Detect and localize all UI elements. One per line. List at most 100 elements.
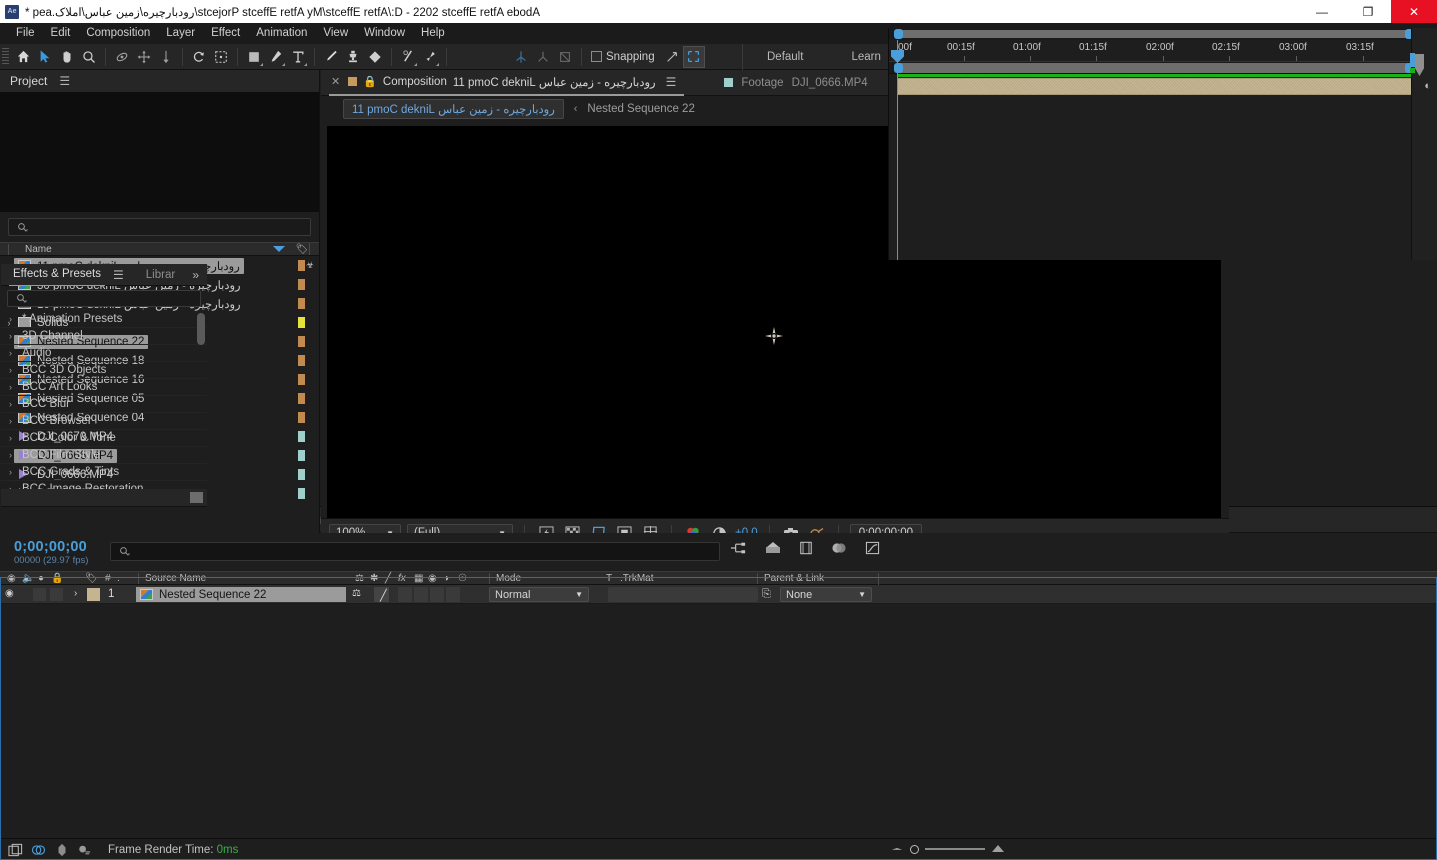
menu-layer[interactable]: Layer — [158, 23, 203, 44]
timeline-track-row[interactable] — [889, 78, 1437, 97]
menu-animation[interactable]: Animation — [248, 23, 315, 44]
list-item[interactable]: › BCC Art Looks — [1, 379, 207, 396]
close-icon[interactable]: ✕ — [1391, 0, 1437, 23]
snap-grid-icon[interactable] — [682, 45, 705, 68]
list-item[interactable]: › BCC Grads & Tints — [1, 464, 207, 481]
chevron-right-icon[interactable]: › — [9, 331, 16, 341]
label-color-chip[interactable] — [298, 412, 305, 423]
layer-label-chip[interactable] — [87, 588, 100, 601]
list-item[interactable]: › BCC Color & Tone — [1, 430, 207, 447]
layer-switch-eye-icon[interactable]: ◐ — [1424, 80, 1431, 92]
chevron-right-icon[interactable]: › — [9, 416, 16, 426]
shape-tool-icon[interactable] — [243, 46, 265, 68]
label-tag-icon[interactable]: 🏷 — [85, 573, 98, 584]
minimize-icon[interactable]: — — [1299, 0, 1345, 23]
transform-box-icon[interactable] — [554, 46, 576, 68]
parent-pickwhip-icon[interactable]: ⎘ — [762, 588, 771, 601]
layer-switch-fx[interactable] — [398, 587, 412, 602]
snap-arrow-icon[interactable] — [661, 46, 683, 68]
hand-tool-icon[interactable] — [56, 46, 78, 68]
timeline-zoom-slider-knob[interactable] — [910, 844, 919, 854]
label-color-chip[interactable] — [298, 469, 305, 480]
effects-scrollbar[interactable] — [197, 313, 205, 345]
layer-audio-toggle[interactable] — [33, 588, 46, 601]
effects-overflow-icon[interactable]: » — [188, 268, 203, 282]
column-parent-link[interactable]: Parent & Link — [757, 573, 824, 584]
layer-solo-toggle[interactable] — [50, 588, 63, 601]
work-area-top-bar[interactable] — [889, 28, 1437, 40]
switch-adjustment-icon[interactable]: ◑ — [443, 573, 449, 584]
zoom-tool-icon[interactable] — [78, 46, 100, 68]
layer-switch-frame-blend[interactable] — [414, 587, 428, 602]
new-folder-icon[interactable] — [190, 492, 203, 503]
breadcrumb-next[interactable]: Nested Sequence 22 — [587, 103, 694, 115]
brush-tool-icon[interactable] — [320, 46, 342, 68]
text-tool-icon[interactable] — [287, 46, 309, 68]
playhead[interactable] — [891, 40, 904, 260]
graph-editor-icon[interactable] — [865, 541, 880, 558]
switch-collapse-icon[interactable]: ✱ — [370, 573, 378, 584]
menu-file[interactable]: File — [8, 23, 43, 44]
chevron-right-icon[interactable]: › — [9, 433, 16, 443]
puppet-pin-tool-icon[interactable] — [419, 46, 441, 68]
region-select-tool-icon[interactable] — [210, 46, 232, 68]
column-name[interactable]: Name — [8, 243, 273, 255]
selection-tool-icon[interactable] — [34, 46, 56, 68]
chevron-right-icon[interactable]: › — [9, 467, 16, 477]
column-trkmat[interactable]: .TrkMat — [620, 573, 654, 584]
layer-switch-3d-icon[interactable]: ⚖ — [352, 588, 361, 599]
lock-icon[interactable]: 🔒 — [363, 75, 377, 88]
switch-effects-icon[interactable]: fx — [398, 573, 406, 584]
breadcrumb-active[interactable]: رودبارچیره - زمین عباس Linked Comp 11 — [343, 98, 564, 119]
home-icon[interactable] — [12, 46, 34, 68]
eye-icon[interactable]: ◉ — [7, 573, 16, 584]
list-item[interactable]: › BCC Browser — [1, 413, 207, 430]
list-item[interactable]: › * Animation Presets — [1, 311, 207, 328]
layer-video-toggle[interactable]: ◉ — [5, 588, 14, 599]
toggle-switches-modes-icon[interactable] — [8, 842, 23, 857]
menu-view[interactable]: View — [315, 23, 356, 44]
list-item[interactable]: › BCC Blur — [1, 396, 207, 413]
layer-mode-select[interactable]: Normal ▼ — [489, 587, 589, 602]
menu-window[interactable]: Window — [356, 23, 413, 44]
timeline-ruler[interactable]: 00f 00:15f 01:00f 01:15f 02:00f 02:15f 0… — [889, 40, 1437, 62]
work-area-bar[interactable] — [889, 62, 1437, 74]
list-item[interactable]: › BCC 3D Objects — [1, 362, 207, 379]
chevron-right-icon[interactable]: › — [9, 382, 16, 392]
switch-frame-blend-icon[interactable]: ▦ — [414, 573, 423, 584]
panel-burger-icon[interactable]: ☰ — [55, 74, 74, 88]
menu-composition[interactable]: Composition — [78, 23, 158, 44]
composition-mini-flowchart-icon[interactable] — [730, 541, 747, 558]
zoom-out-icon[interactable] — [890, 843, 904, 855]
speaker-icon[interactable]: 🔈 — [22, 573, 34, 584]
zoom-in-icon[interactable] — [991, 843, 1007, 856]
breadcrumb-arrow-icon[interactable]: ‹ — [574, 103, 578, 115]
menu-effect[interactable]: Effect — [203, 23, 248, 44]
project-search-input[interactable] — [8, 218, 311, 236]
column-t[interactable]: T — [606, 573, 612, 584]
layer-switch-adjustment[interactable] — [446, 587, 460, 602]
list-item[interactable]: › 3D Channel — [1, 328, 207, 345]
effects-search-input[interactable] — [7, 290, 201, 307]
panel-burger-icon[interactable]: ☰ — [109, 268, 128, 282]
sort-descending-icon[interactable] — [273, 246, 285, 252]
timeline-graph-area[interactable]: 00f 00:15f 01:00f 01:15f 02:00f 02:15f 0… — [888, 28, 1437, 260]
table-row[interactable]: ◉ › 1 Nested Sequence 22 ⚖ ╱ Normal ▼ ⎘ — [0, 585, 1437, 604]
close-tab-icon[interactable]: ✕ — [329, 75, 342, 88]
switch-motion-blur-icon[interactable]: ◉ — [428, 573, 437, 584]
composition-tab[interactable]: ✕ 🔒 Composition رودبارچیره - زمین عباس L… — [329, 70, 685, 96]
layer-switch-motion-blur[interactable] — [430, 587, 444, 602]
snapping-toggle[interactable]: Snapping — [591, 51, 655, 63]
tab-libraries[interactable]: Librar — [142, 264, 179, 286]
timeline-shield-icon[interactable] — [1415, 54, 1424, 76]
distribute-3d-icon[interactable] — [532, 46, 554, 68]
panel-burger-icon[interactable]: ☰ — [662, 75, 681, 89]
label-color-chip[interactable] — [298, 336, 305, 347]
orbit-tool-icon[interactable] — [111, 46, 133, 68]
rotation-tool-icon[interactable] — [188, 46, 210, 68]
hide-shy-layers-icon[interactable] — [799, 541, 813, 558]
label-color-chip[interactable] — [298, 298, 305, 309]
switch-quality-icon[interactable]: ╱ — [385, 573, 391, 584]
pen-tool-icon[interactable] — [265, 46, 287, 68]
snapping-checkbox[interactable] — [591, 51, 602, 62]
